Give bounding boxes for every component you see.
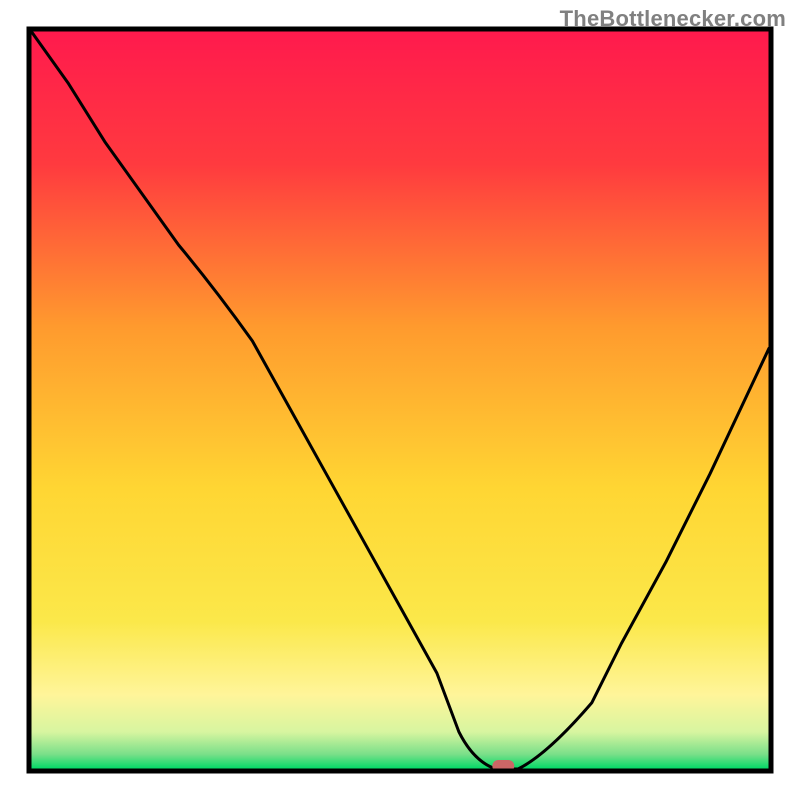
brand-watermark: TheBottlenecker.com <box>560 6 786 32</box>
chart-root: TheBottlenecker.com <box>0 0 800 800</box>
plot-background <box>31 31 769 769</box>
chart-svg <box>0 0 800 800</box>
